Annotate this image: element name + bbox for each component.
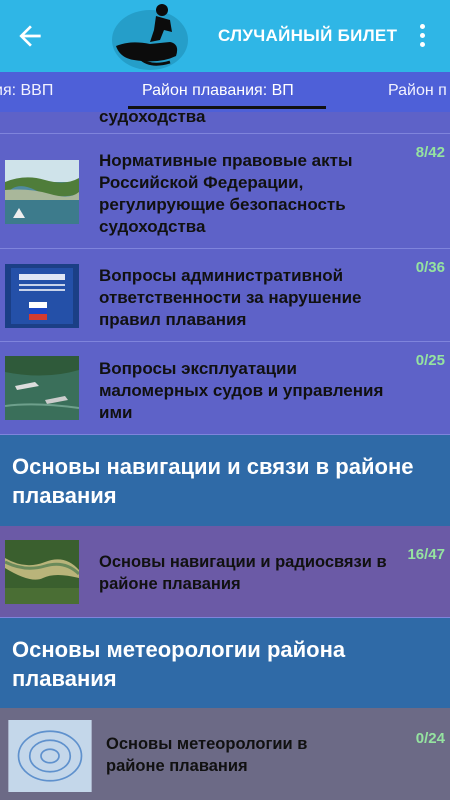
weather-map-image xyxy=(8,720,92,792)
progress-count: 16/47 xyxy=(407,546,445,563)
tab-next[interactable]: Район п xyxy=(388,82,447,100)
app-bar: СЛУЧАЙНЫЙ БИЛЕТ xyxy=(0,0,450,72)
more-vert-icon[interactable] xyxy=(412,22,432,50)
tab-vp[interactable]: Район плавания: ВП xyxy=(142,82,294,100)
list-item-label: Вопросы административной ответственности… xyxy=(99,266,362,329)
list-item[interactable]: Вопросы административной ответственности… xyxy=(0,249,450,342)
river-coast-photo xyxy=(5,160,79,224)
list-item[interactable]: Вопросы эксплуатации маломерных судов и … xyxy=(0,342,450,435)
list-item-label: Основы метеорологии в районе плавания xyxy=(106,735,308,775)
river-map-photo xyxy=(5,540,79,604)
section-header: Основы навигации и связи в районе плаван… xyxy=(0,435,450,526)
section-title: Основы метеорологии района плавания xyxy=(12,637,346,691)
list-item[interactable]: Основы метеорологии в районе плавания 0/… xyxy=(0,708,450,800)
boats-on-water-photo xyxy=(5,356,79,420)
codex-book-cover xyxy=(5,264,79,328)
progress-count: 0/24 xyxy=(415,730,445,747)
tab-vvp[interactable]: ия: ВВП xyxy=(0,82,53,100)
list-item[interactable]: судоходства xyxy=(0,112,450,134)
tab-indicator xyxy=(128,106,326,109)
list-item-label: судоходства xyxy=(99,112,206,126)
list-item-label: Нормативные правовые акты Российской Фед… xyxy=(99,151,353,236)
list-item-label: Основы навигации и радиосвязи в районе п… xyxy=(99,553,387,593)
arrow-back-icon[interactable] xyxy=(14,20,46,52)
topic-list[interactable]: судоходства Нормативные правовые акты Ро… xyxy=(0,112,450,800)
progress-count: 0/36 xyxy=(415,259,445,276)
progress-count: 0/25 xyxy=(415,352,445,369)
list-item-label: Вопросы эксплуатации маломерных судов и … xyxy=(99,359,384,422)
progress-count: 8/42 xyxy=(415,144,445,161)
list-item[interactable]: Нормативные правовые акты Российской Фед… xyxy=(0,134,450,249)
section-header: Основы метеорологии района плавания xyxy=(0,618,450,708)
list-item[interactable]: Основы навигации и радиосвязи в районе п… xyxy=(0,526,450,618)
section-title: Основы навигации и связи в районе плаван… xyxy=(12,454,414,508)
page-title: СЛУЧАЙНЫЙ БИЛЕТ xyxy=(218,26,398,45)
jetski-rider-logo xyxy=(112,4,188,70)
